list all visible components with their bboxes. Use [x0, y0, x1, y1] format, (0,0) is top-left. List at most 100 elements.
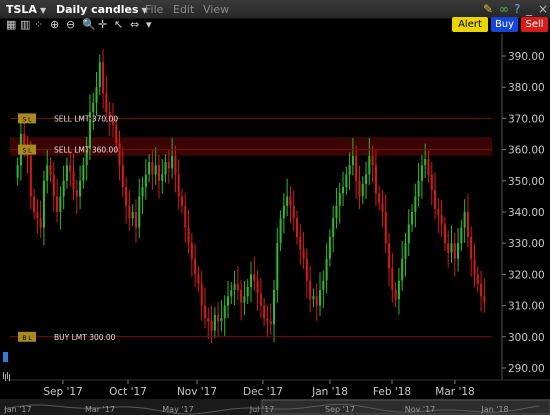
candle-body [447, 243, 450, 253]
candle-body [463, 212, 466, 228]
candle-body [302, 249, 305, 259]
candle-body [62, 180, 65, 197]
candle-body [460, 227, 463, 244]
x-tick-label: Feb '18 [373, 386, 411, 398]
candle-body [269, 321, 272, 325]
candle-body [79, 180, 82, 197]
candle-body [272, 290, 276, 325]
navigator-tick-label: Jan '17 [3, 405, 31, 414]
candle-body [391, 268, 394, 290]
x-tick-label: Dec '17 [243, 386, 283, 398]
y-tick-label: 390.00 [508, 51, 545, 63]
candle-body [49, 165, 52, 175]
candle-body [253, 274, 256, 281]
candle-body [220, 318, 223, 322]
candle-body [453, 243, 456, 259]
candle-body [417, 180, 420, 197]
candle-body [16, 165, 19, 178]
candle-body [233, 283, 236, 290]
order-tag-text: S L [22, 148, 32, 155]
x-tick-label: Mar '18 [435, 386, 474, 398]
candle-body [72, 171, 75, 191]
candle-body [213, 314, 216, 331]
candle-body [144, 174, 147, 188]
candle-body [92, 102, 95, 113]
candle-body [401, 258, 404, 281]
volume-bar [7, 372, 8, 379]
candle-body [424, 158, 427, 166]
candle-body [325, 258, 328, 281]
candle-body [194, 258, 197, 275]
candle-body [404, 243, 407, 259]
candle-body [394, 290, 397, 300]
x-tick-label: Nov '17 [177, 386, 217, 398]
x-tick-label: Jan '18 [311, 386, 348, 398]
candle-body [115, 124, 118, 144]
candle-body [440, 215, 443, 225]
candle-body [203, 305, 207, 319]
scroll-marker[interactable] [3, 352, 8, 362]
y-tick-label: 360.00 [508, 145, 545, 157]
candle-body [470, 236, 473, 259]
candle-body [259, 293, 262, 306]
candle-body [42, 180, 45, 228]
x-tick-label: Oct '17 [109, 386, 147, 398]
candle-body [184, 205, 187, 228]
candle-body [210, 321, 213, 331]
candle-body [407, 224, 410, 244]
order-tag-text: B L [22, 335, 32, 342]
candle-body [266, 318, 269, 322]
candle-body [98, 62, 101, 88]
candle-body [368, 155, 371, 175]
candle-body [299, 236, 302, 250]
y-tick-label: 330.00 [508, 238, 545, 250]
candle-body [128, 205, 131, 219]
candle-body [434, 190, 437, 209]
volume-bar [9, 374, 10, 381]
navigator-tick-label: Nov '17 [405, 405, 436, 414]
navigator-tick-label: Jan '18 [480, 405, 508, 414]
candle-body [102, 62, 105, 94]
candle-body [437, 208, 440, 216]
candle-body [59, 196, 62, 212]
navigator-tick-label: Mar '17 [85, 405, 115, 414]
candle-body [315, 296, 318, 306]
y-tick-label: 340.00 [508, 207, 545, 219]
candle-body [197, 274, 200, 284]
candle-body [157, 165, 160, 181]
candle-body [105, 93, 108, 113]
candle-body [263, 305, 266, 319]
candle-body [256, 280, 259, 294]
candle-body [33, 196, 36, 212]
volume-bar [5, 374, 6, 381]
candle-body [187, 227, 190, 244]
candle-body [332, 218, 335, 237]
candle-body [476, 274, 479, 284]
candle-body [151, 162, 154, 175]
candle-body [420, 165, 423, 181]
candle-body [289, 196, 292, 206]
candle-body [226, 296, 230, 306]
candle-body [427, 158, 430, 175]
candle-body [134, 212, 137, 228]
candle-body [457, 243, 460, 259]
candle-body [177, 174, 180, 197]
candle-body [378, 193, 381, 203]
candle-body [286, 196, 289, 206]
candle-body [338, 193, 341, 206]
candle-body [56, 196, 59, 212]
candle-body [138, 196, 141, 228]
candle-body [397, 280, 400, 300]
y-tick-label: 370.00 [508, 113, 545, 125]
candle-body [171, 155, 174, 169]
candle-body [411, 212, 414, 225]
candle-body [430, 174, 433, 191]
candle-body [443, 224, 446, 244]
candle-body [365, 174, 368, 184]
candle-body [125, 187, 128, 206]
y-tick-label: 310.00 [508, 301, 545, 313]
candle-body [342, 187, 345, 194]
candle-body [466, 212, 469, 237]
price-chart[interactable]: S L SELL LMT 370.00 S L SELL LMT 360.00 B L B… [0, 0, 550, 415]
candle-body [36, 212, 39, 219]
